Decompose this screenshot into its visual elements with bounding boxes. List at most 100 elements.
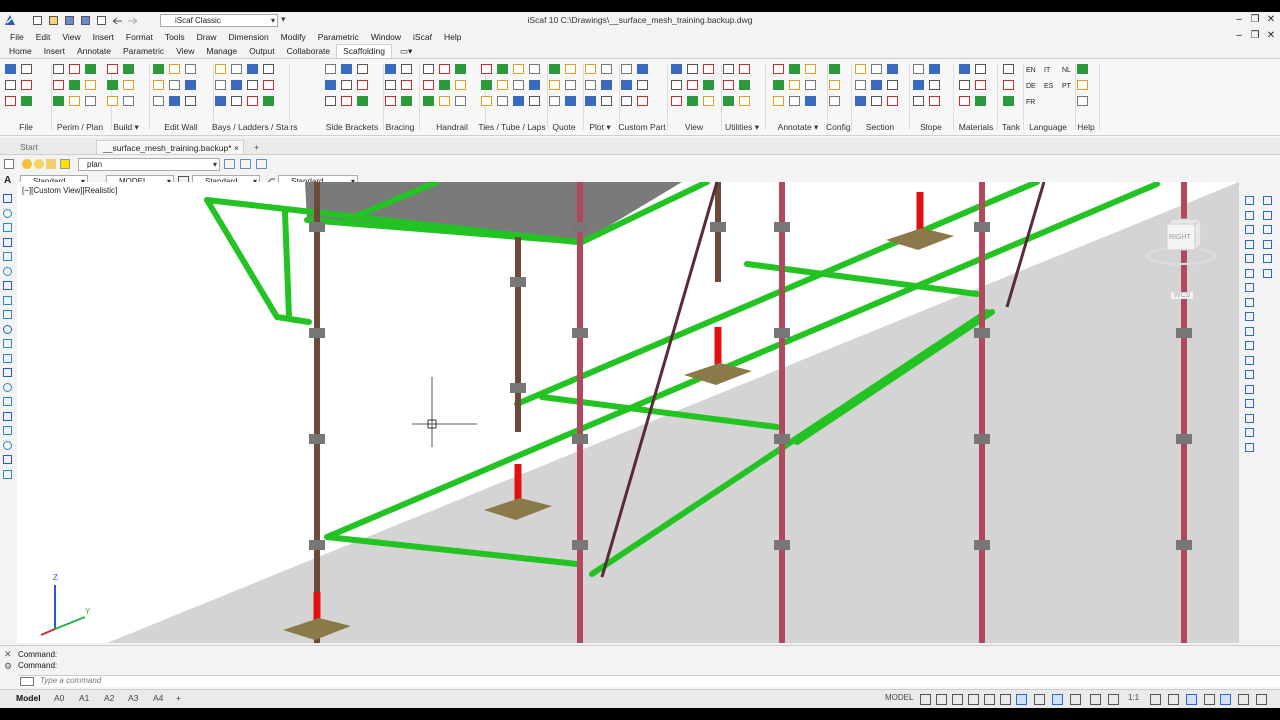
panel-label[interactable]: Config bbox=[826, 120, 851, 134]
language-fr-button[interactable]: FR bbox=[1026, 99, 1035, 106]
menu-item[interactable]: Insert bbox=[87, 32, 120, 42]
ribbon-tool-icon[interactable] bbox=[687, 64, 698, 74]
draw-tool-icon[interactable] bbox=[3, 223, 12, 232]
ribbon-tool-icon[interactable] bbox=[423, 96, 434, 106]
ribbon-tool-icon[interactable] bbox=[887, 64, 898, 74]
ribbon-tool-icon[interactable] bbox=[601, 64, 612, 74]
ribbon-tool-icon[interactable] bbox=[739, 64, 750, 74]
ribbon-tool-icon[interactable] bbox=[513, 80, 524, 90]
menu-item[interactable]: Window bbox=[365, 32, 407, 42]
modify-tool-icon[interactable] bbox=[1245, 326, 1254, 336]
coupler-rosette[interactable] bbox=[309, 222, 325, 232]
ribbon-tool-icon[interactable] bbox=[215, 64, 226, 74]
command-prompt-icon[interactable] bbox=[20, 677, 34, 686]
ribbon-tool-icon[interactable] bbox=[549, 96, 560, 106]
coupler-rosette[interactable] bbox=[309, 434, 325, 444]
ribbon-tool-icon[interactable] bbox=[739, 80, 750, 90]
ribbon-tool-icon[interactable] bbox=[529, 64, 540, 74]
ribbon-tool-icon[interactable] bbox=[829, 64, 840, 74]
modify-tool-icon[interactable] bbox=[1245, 384, 1254, 394]
ribbon-tool-icon[interactable] bbox=[621, 64, 632, 74]
status-toggle-icon[interactable] bbox=[1108, 694, 1119, 705]
ribbon-tool-icon[interactable] bbox=[637, 80, 648, 90]
ribbon-tool-icon[interactable] bbox=[1003, 64, 1014, 74]
language-it-button[interactable]: IT bbox=[1044, 67, 1050, 74]
ribbon-tool-icon[interactable] bbox=[439, 80, 450, 90]
panel-label[interactable]: Build ▾ bbox=[104, 120, 148, 134]
ledger-tube[interactable] bbox=[274, 314, 312, 325]
ribbon-tool-icon[interactable] bbox=[185, 96, 196, 106]
panel-label[interactable]: Plot ▾ bbox=[582, 120, 618, 134]
tab-insert[interactable]: Insert bbox=[38, 45, 71, 58]
lightbulb-icon[interactable] bbox=[22, 159, 32, 169]
restore-icon[interactable]: ❐ bbox=[1248, 14, 1262, 26]
ribbon-tool-icon[interactable] bbox=[107, 80, 118, 90]
coupler-rosette[interactable] bbox=[309, 540, 325, 550]
ribbon-tool-icon[interactable] bbox=[107, 96, 118, 106]
draw-tool-icon[interactable] bbox=[3, 295, 12, 305]
status-toggle-icon[interactable] bbox=[936, 694, 947, 705]
modify-tool-icon[interactable] bbox=[1245, 312, 1254, 321]
draw-tool-icon[interactable] bbox=[3, 411, 12, 421]
modify-tool-icon[interactable] bbox=[1245, 399, 1254, 408]
modify-tool-icon[interactable] bbox=[1245, 297, 1254, 307]
coupler-rosette[interactable] bbox=[774, 222, 790, 232]
model-viewport[interactable]: [−][Custom View][Realistic] RIGHT WCS Z … bbox=[17, 182, 1239, 643]
menu-item[interactable]: iScaf bbox=[407, 32, 438, 42]
ribbon-tool-icon[interactable] bbox=[85, 96, 96, 106]
ribbon-tool-icon[interactable] bbox=[1077, 80, 1088, 90]
ribbon-tool-icon[interactable] bbox=[5, 80, 16, 90]
ribbon-tool-icon[interactable] bbox=[401, 80, 412, 90]
ribbon-tool-icon[interactable] bbox=[789, 96, 800, 106]
ribbon-tool-icon[interactable] bbox=[585, 80, 596, 90]
ribbon-tool-icon[interactable] bbox=[703, 96, 714, 106]
ribbon-tool-icon[interactable] bbox=[263, 80, 274, 90]
status-toggle-icon[interactable] bbox=[1034, 694, 1045, 705]
ribbon-tool-icon[interactable] bbox=[789, 80, 800, 90]
language-en-button[interactable]: EN bbox=[1026, 67, 1036, 74]
coupler-rosette[interactable] bbox=[1176, 434, 1192, 444]
ribbon-tool-icon[interactable] bbox=[829, 96, 840, 106]
menu-item[interactable]: Tools bbox=[159, 32, 191, 42]
ribbon-tool-icon[interactable] bbox=[357, 64, 368, 74]
ribbon-tool-icon[interactable] bbox=[185, 80, 196, 90]
ribbon-tool-icon[interactable] bbox=[773, 64, 784, 74]
modify-tool-icon[interactable] bbox=[1245, 268, 1254, 278]
ribbon-tool-icon[interactable] bbox=[481, 96, 492, 106]
coupler-rosette[interactable] bbox=[309, 328, 325, 338]
ribbon-tool-icon[interactable] bbox=[247, 80, 258, 90]
language-es-button[interactable]: ES bbox=[1044, 83, 1053, 90]
ribbon-tool-icon[interactable] bbox=[497, 80, 508, 90]
coupler-rosette[interactable] bbox=[974, 540, 990, 550]
status-toggle-icon[interactable] bbox=[1220, 694, 1231, 705]
ribbon-tool-icon[interactable] bbox=[723, 64, 734, 74]
panel-label[interactable]: Bays / Ladders / Stairs bbox=[212, 120, 298, 134]
coupler-rosette[interactable] bbox=[572, 434, 588, 444]
ribbon-tool-icon[interactable] bbox=[565, 96, 576, 106]
tab-start[interactable]: Start bbox=[14, 140, 44, 154]
coupler-rosette[interactable] bbox=[1176, 540, 1192, 550]
modify-tool-icon[interactable] bbox=[1263, 196, 1272, 205]
ribbon-tool-icon[interactable] bbox=[513, 96, 524, 106]
panel-label[interactable]: Materials bbox=[956, 120, 996, 134]
panel-label[interactable]: Slope bbox=[910, 120, 952, 134]
doc-minimize-icon[interactable]: – bbox=[1232, 30, 1246, 42]
doc-close-icon[interactable]: ✕ bbox=[1264, 30, 1278, 42]
ribbon-tool-icon[interactable] bbox=[497, 96, 508, 106]
ribbon-tool-icon[interactable] bbox=[85, 64, 96, 74]
ribbon-tool-icon[interactable] bbox=[703, 64, 714, 74]
ribbon-tool-icon[interactable] bbox=[423, 64, 434, 74]
layout-tab[interactable]: A0 bbox=[54, 693, 64, 703]
menu-item[interactable]: Dimension bbox=[223, 32, 275, 42]
layer-match-icon[interactable] bbox=[224, 159, 235, 169]
coupler-rosette[interactable] bbox=[774, 540, 790, 550]
panel-label[interactable]: Perim / Plan bbox=[50, 120, 110, 134]
status-toggle-icon[interactable] bbox=[1168, 694, 1179, 705]
ribbon-tool-icon[interactable] bbox=[671, 80, 682, 90]
status-toggle-icon[interactable] bbox=[1090, 694, 1101, 705]
ribbon-tool-icon[interactable] bbox=[621, 80, 632, 90]
panel-label[interactable]: Section bbox=[852, 120, 908, 134]
draw-tool-icon[interactable] bbox=[3, 382, 12, 392]
coupler-rosette[interactable] bbox=[1176, 328, 1192, 338]
scaffold-3d-scene[interactable] bbox=[17, 182, 1239, 643]
